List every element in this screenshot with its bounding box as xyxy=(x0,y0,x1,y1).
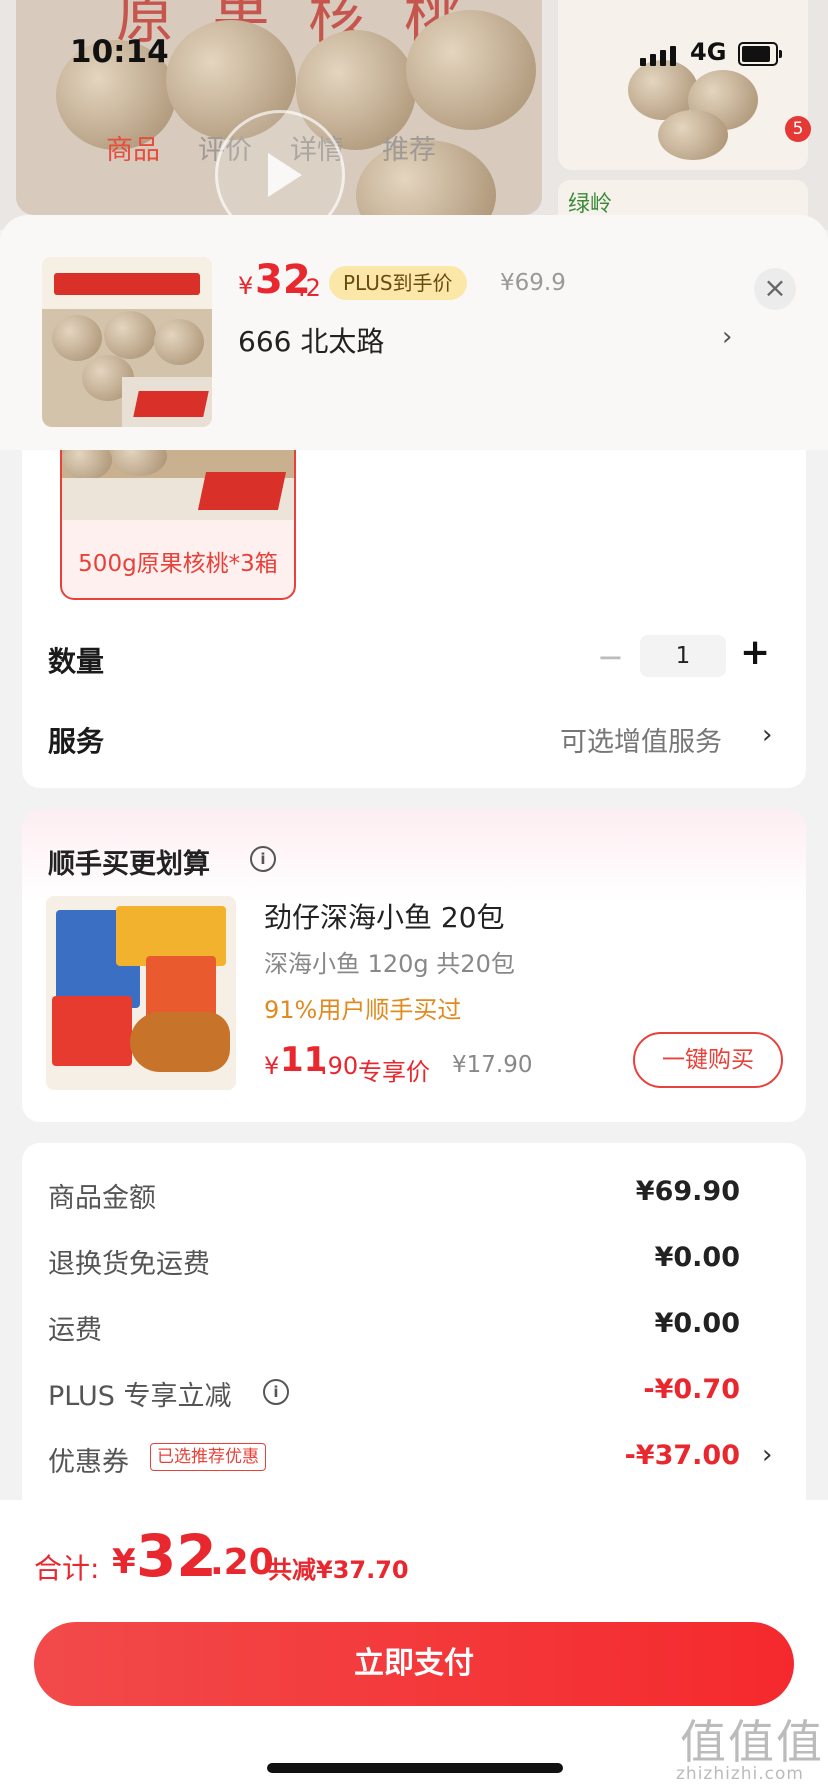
total-label: 合计: xyxy=(34,1552,100,1585)
tab-recommend: 推荐 xyxy=(382,135,436,166)
spec-label: 500g原果核桃*3箱 xyxy=(78,551,278,577)
price-decimal: .2 xyxy=(298,274,321,302)
coupon-selected-tag: 已选推荐优惠 xyxy=(150,1443,266,1471)
spec-option-selected[interactable]: 500g原果核桃*3箱 xyxy=(60,450,296,600)
summary-row-label: 商品金额 xyxy=(48,1183,156,1214)
delivery-address[interactable]: 666 北太路 xyxy=(238,320,384,360)
chevron-right-icon[interactable]: › xyxy=(762,720,772,750)
summary-row-value: ¥0.00 xyxy=(654,1308,740,1339)
bundle-title: 顺手买更划算 xyxy=(48,849,210,880)
bundle-original-price: ¥17.90 xyxy=(452,1052,533,1078)
info-icon[interactable]: i xyxy=(250,846,276,872)
bundle-price-decimal: .90 xyxy=(320,1052,359,1080)
side-brand-text: 绿岭 xyxy=(568,192,613,217)
home-indicator[interactable] xyxy=(267,1763,563,1773)
product-thumbnail xyxy=(42,257,212,427)
total-integer: 32 xyxy=(136,1522,217,1590)
status-time: 10:14 xyxy=(70,34,169,70)
quantity-label: 数量 xyxy=(48,645,105,678)
background-side-thumbnail xyxy=(558,0,808,170)
summary-row-label: 退换货免运费 xyxy=(48,1249,210,1280)
tab-goods: 商品 xyxy=(106,135,160,166)
close-button[interactable]: × xyxy=(754,268,796,310)
watermark: 值值值 xyxy=(680,1715,824,1769)
chevron-right-icon[interactable]: › xyxy=(762,1440,772,1470)
bundle-product-spec: 深海小鱼 120g 共20包 xyxy=(264,950,515,978)
bundle-product-name[interactable]: 劲仔深海小鱼 20包 xyxy=(264,896,505,936)
service-label: 服务 xyxy=(48,725,105,758)
total-symbol: ¥ xyxy=(112,1542,136,1582)
pay-now-button[interactable]: 立即支付 xyxy=(34,1622,794,1706)
plus-discount-value: -¥0.70 xyxy=(643,1374,740,1405)
quantity-decrease-button[interactable]: − xyxy=(597,638,624,676)
battery-icon xyxy=(738,42,782,66)
total-saved: 共减¥37.70 xyxy=(268,1556,409,1584)
summary-row-label: PLUS 专享立减 xyxy=(48,1381,232,1412)
quantity-increase-button[interactable]: + xyxy=(740,632,770,673)
original-price: ¥69.9 xyxy=(500,270,566,296)
coupon-discount-value[interactable]: -¥37.00 xyxy=(540,1440,740,1471)
service-option[interactable]: 可选增值服务 xyxy=(560,720,722,759)
spec-thumbnail xyxy=(62,450,294,520)
background-side-thumbnail-2: 绿岭 xyxy=(558,180,808,220)
plus-price-tag: PLUS到手价 xyxy=(329,266,467,300)
one-click-buy-button[interactable]: 一键购买 xyxy=(633,1032,783,1088)
cart-count-badge: 5 xyxy=(785,116,811,142)
summary-row-label: 运费 xyxy=(48,1315,102,1346)
quantity-input[interactable]: 1 xyxy=(640,635,726,677)
total-decimal: .20 xyxy=(210,1542,274,1583)
watermark-url: zhizhizhi.com xyxy=(676,1764,804,1784)
bundle-price-symbol: ¥ xyxy=(264,1052,280,1080)
bundle-product-image[interactable] xyxy=(46,896,236,1090)
chevron-right-icon[interactable]: › xyxy=(722,322,732,352)
price-symbol: ¥ xyxy=(238,272,254,300)
walnut-shape xyxy=(406,10,536,130)
summary-row-value: ¥0.00 xyxy=(654,1242,740,1273)
network-type: 4G xyxy=(690,38,727,66)
signal-icon xyxy=(640,46,676,66)
bundle-buy-note: 91%用户顺手买过 xyxy=(264,996,462,1024)
summary-row-value: ¥69.90 xyxy=(635,1176,740,1207)
info-icon[interactable]: i xyxy=(263,1379,289,1405)
summary-row-label[interactable]: 优惠券 xyxy=(48,1440,129,1479)
bundle-exclusive-label: 专享价 xyxy=(358,1058,430,1086)
